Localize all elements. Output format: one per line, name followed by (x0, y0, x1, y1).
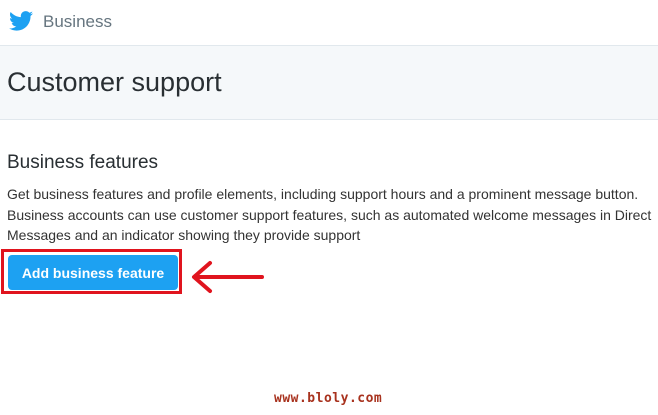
watermark: www.bloly.com (274, 391, 383, 406)
page-title: Customer support (7, 67, 222, 97)
top-bar: Business (0, 0, 658, 46)
highlight-box (1, 249, 182, 294)
left-arrow-icon (188, 258, 264, 296)
section-title: Business features (7, 152, 159, 173)
twitter-bird-icon[interactable] (9, 11, 33, 31)
brand-label[interactable]: Business (43, 11, 112, 33)
section-description: Get business features and profile elemen… (7, 186, 652, 243)
page-header: Customer support (0, 46, 658, 120)
